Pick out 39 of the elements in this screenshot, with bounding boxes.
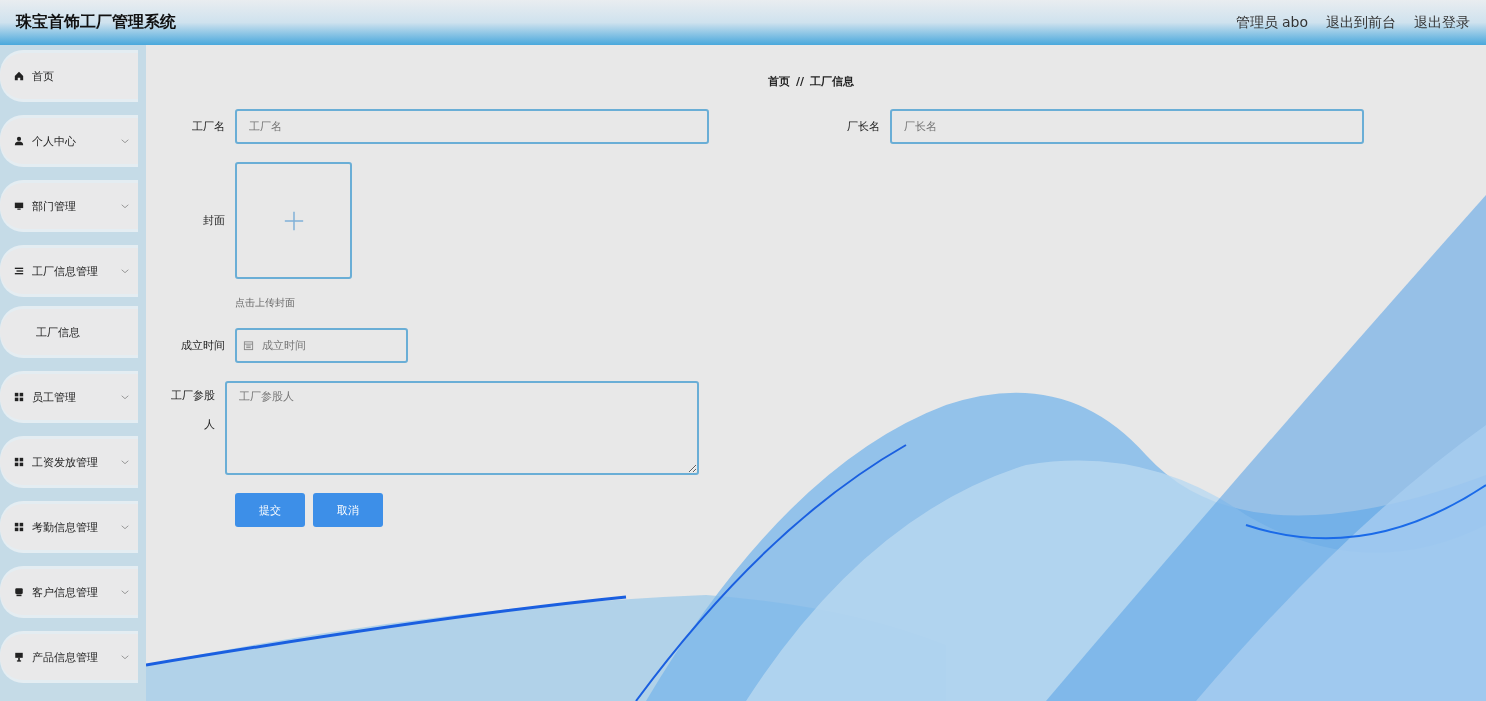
input-field[interactable]: 厂长名 [890, 109, 1364, 144]
sidebar-item[interactable]: 产品信息管理 [0, 634, 138, 680]
grid-icon [14, 522, 24, 532]
sidebar-item[interactable]: 工资发放管理 [0, 439, 138, 485]
app-title: 珠宝首饰工厂管理系统 [16, 12, 176, 33]
sidebar-item[interactable]: 个人中心 [0, 118, 138, 164]
breadcrumb-separator: // [795, 74, 804, 88]
header-link[interactable]: 退出登录 [1414, 13, 1470, 32]
sidebar-item[interactable]: 考勤信息管理 [0, 504, 138, 550]
sidebar-subitem[interactable]: 工厂信息 [0, 309, 138, 355]
printer-icon [14, 587, 24, 597]
breadcrumb-item[interactable]: 首页 [767, 73, 790, 89]
plus-icon [282, 209, 305, 232]
sidebar-item[interactable]: 工厂信息管理 [0, 248, 138, 294]
upload-hint: 点击上传封面 [235, 296, 295, 310]
header-link[interactable]: 管理员 abo [1235, 13, 1308, 32]
list-icon [14, 266, 24, 276]
field-label: 成立时间 [180, 338, 226, 353]
calendar-icon [243, 340, 254, 351]
field-label: 厂长名 [846, 119, 881, 134]
field-label: 工厂参股人 [170, 388, 216, 433]
home-icon [14, 71, 24, 81]
sidebar-item[interactable]: 客户信息管理 [0, 569, 138, 615]
text-area[interactable]: 工厂参股人 [225, 381, 699, 475]
stand-icon [14, 652, 24, 662]
field-label: 工厂名 [191, 119, 226, 134]
monitor-icon [14, 201, 24, 211]
sidebar-item[interactable]: 员工管理 [0, 374, 138, 420]
sidebar-item[interactable]: 首页 [0, 53, 138, 99]
user-icon [14, 136, 24, 146]
grid-icon [14, 457, 24, 467]
grid-icon [14, 392, 24, 402]
upload-box[interactable] [235, 162, 352, 279]
date-field[interactable]: 成立时间 [235, 328, 408, 363]
sidebar-item[interactable]: 部门管理 [0, 183, 138, 229]
field-label: 封面 [202, 213, 226, 228]
input-field[interactable]: 工厂名 [235, 109, 709, 144]
header-link[interactable]: 退出到前台 [1326, 13, 1396, 32]
breadcrumb-item: 工厂信息 [810, 73, 854, 89]
